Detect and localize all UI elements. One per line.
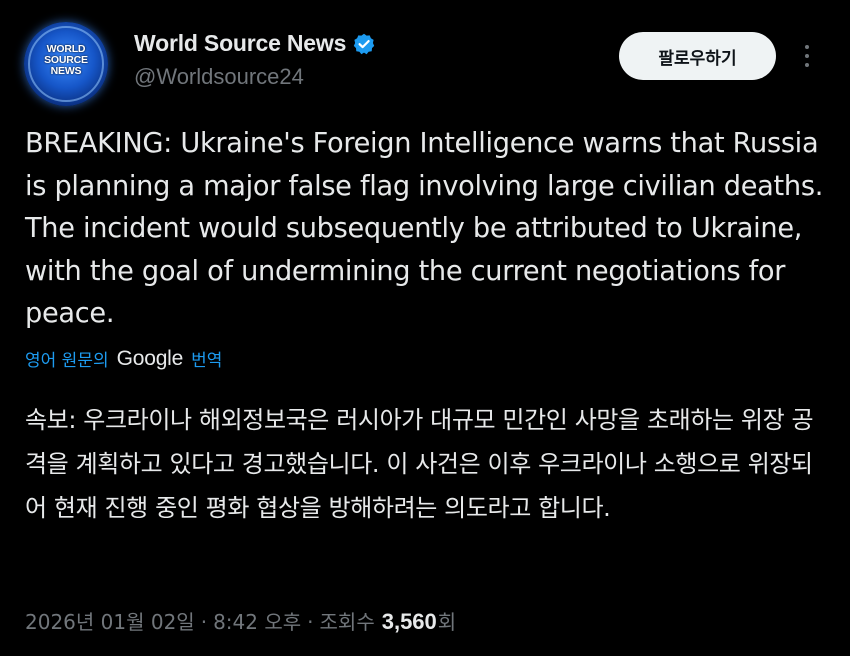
tweet-date[interactable]: 2026년 01월 02일: [25, 606, 195, 635]
avatar-logo: WORLD SOURCE NEWS: [24, 44, 108, 77]
views-label: 조회수: [319, 610, 375, 634]
avatar[interactable]: WORLD SOURCE NEWS: [24, 22, 108, 106]
follow-button[interactable]: 팔로우하기: [619, 32, 776, 80]
translated-text: 속보: 우크라이나 해외정보국은 러시아가 대규모 민간인 사망을 초래하는 위…: [25, 406, 814, 522]
more-vertical-icon[interactable]: [797, 40, 817, 72]
more-dot: [805, 63, 809, 67]
tweet: WORLD SOURCE NEWS World Source News @Wor…: [0, 0, 850, 656]
author-name-row: World Source News: [134, 30, 375, 57]
tweet-time[interactable]: 8:42 오후: [213, 606, 301, 635]
more-dot: [805, 54, 809, 58]
more-dot: [805, 45, 809, 49]
tweet-meta: 2026년 01월 02일 · 8:42 오후 · 조회수 3,560 회: [25, 606, 456, 635]
google-logo: Google: [116, 346, 184, 370]
author-handle[interactable]: @Worldsource24: [134, 64, 304, 90]
views-suffix: 회: [437, 610, 457, 634]
meta-separator: ·: [200, 610, 208, 634]
avatar-logo-line: NEWS: [50, 65, 82, 77]
author-name[interactable]: World Source News: [134, 30, 346, 57]
translation-attribution[interactable]: 영어 원문의 Google 번역: [25, 346, 222, 372]
tweet-text: BREAKING: Ukraine's Foreign Intelligence…: [25, 128, 824, 329]
translation-prefix[interactable]: 영어 원문의: [25, 346, 109, 371]
verified-badge-icon[interactable]: [353, 33, 375, 55]
meta-separator: ·: [307, 610, 314, 634]
translation-suffix[interactable]: 번역: [191, 346, 222, 371]
views-count[interactable]: 3,560: [382, 609, 437, 635]
